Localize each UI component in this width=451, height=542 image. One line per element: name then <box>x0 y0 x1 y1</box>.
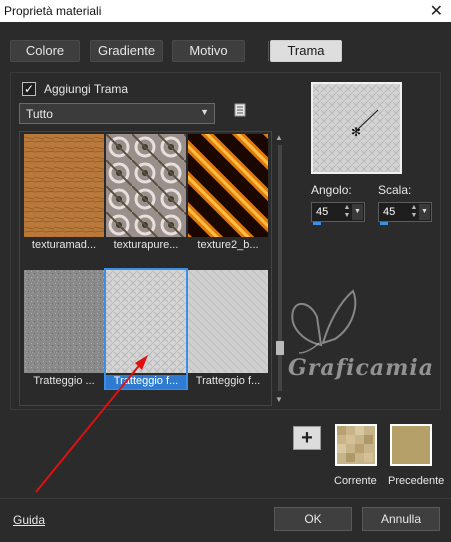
tab-trama[interactable]: Trama <box>270 40 342 62</box>
texture-preview[interactable]: ✻ <box>311 82 402 174</box>
current-material-swatch[interactable] <box>335 424 377 466</box>
texture-caption: texture2_b... <box>197 239 259 251</box>
texture-gallery: texturamad... texturapure... texture2_b.… <box>19 131 272 406</box>
chevron-down-icon[interactable]: ▼ <box>419 204 430 220</box>
texture-ornate-image <box>106 134 186 237</box>
window-title: Proprietà materiali <box>4 4 102 18</box>
tab-divider <box>268 41 269 61</box>
texture-caption: texturamad... <box>31 239 97 251</box>
texture-preview-image: ✻ <box>313 84 400 172</box>
chevron-down-icon[interactable]: ▼ <box>352 204 363 220</box>
scroll-up-icon[interactable]: ▲ <box>275 133 283 142</box>
watermark-text: Graficamia <box>288 355 434 381</box>
category-value: Tutto <box>26 107 53 121</box>
texture-thumb-selected[interactable]: Tratteggio f... <box>104 268 188 390</box>
texture-caption: Tratteggio ... <box>33 375 95 387</box>
angle-slider-indicator[interactable] <box>313 222 321 225</box>
angle-spinner[interactable]: 45 ▲ ▼ ▼ <box>311 202 365 225</box>
texture-caption: Tratteggio f... <box>195 375 261 387</box>
texture-noise-image <box>24 270 104 373</box>
svg-text:✻: ✻ <box>351 125 361 139</box>
chevron-down-icon: ▼ <box>200 107 209 117</box>
ok-button[interactable]: OK <box>274 507 352 531</box>
texture-fire-image <box>188 134 268 237</box>
texture-thumb[interactable]: texturapure... <box>106 134 186 252</box>
angle-value[interactable]: 45 <box>316 206 328 218</box>
scale-value[interactable]: 45 <box>383 206 395 218</box>
texture-thumb[interactable]: texture2_b... <box>188 134 268 252</box>
texture-thumb[interactable]: texturamad... <box>24 134 104 252</box>
add-swatch-button[interactable]: + <box>293 426 321 450</box>
texture-hatch-fine-image <box>188 270 268 373</box>
texture-caption: texturapure... <box>113 239 179 251</box>
scale-label: Scala: <box>378 183 412 197</box>
current-label: Corrente <box>334 475 377 487</box>
gallery-scrollbar[interactable]: ▲ ▼ <box>274 131 286 406</box>
scroll-down-icon[interactable]: ▼ <box>275 395 283 404</box>
scale-spinner[interactable]: 45 ▲ ▼ ▼ <box>378 202 432 225</box>
tab-motivo[interactable]: Motivo <box>172 40 245 62</box>
cancel-button[interactable]: Annulla <box>362 507 440 531</box>
texture-thumb[interactable]: Tratteggio ... <box>24 270 104 388</box>
footer-separator <box>0 498 451 499</box>
previous-label: Precedente <box>388 475 445 487</box>
scale-stepper-icon[interactable]: ▲ ▼ <box>409 204 419 220</box>
category-dropdown[interactable]: Tutto ▼ <box>19 103 215 124</box>
close-icon[interactable]: ✕ <box>430 1 443 21</box>
title-bar: Proprietà materiali ✕ <box>0 0 451 22</box>
tab-colore[interactable]: Colore <box>10 40 80 62</box>
angle-stepper-icon[interactable]: ▲ ▼ <box>342 204 352 220</box>
add-texture-label: Aggiungi Trama <box>44 82 129 96</box>
current-swatch-image <box>337 426 375 464</box>
scale-slider-indicator[interactable] <box>380 222 388 225</box>
texture-wood-image <box>24 134 104 237</box>
angle-label: Angolo: <box>311 183 352 197</box>
texture-caption: Tratteggio f... <box>106 375 186 389</box>
texture-hatch-image <box>106 270 186 373</box>
browse-folder-icon[interactable] <box>233 103 247 117</box>
tab-gradiente[interactable]: Gradiente <box>90 40 163 62</box>
previous-material-swatch[interactable] <box>390 424 432 466</box>
butterfly-watermark-icon <box>291 289 357 354</box>
texture-thumb[interactable]: Tratteggio f... <box>188 270 268 388</box>
help-link[interactable]: Guida <box>13 513 45 527</box>
add-texture-checkbox[interactable]: ✓ <box>22 82 36 96</box>
